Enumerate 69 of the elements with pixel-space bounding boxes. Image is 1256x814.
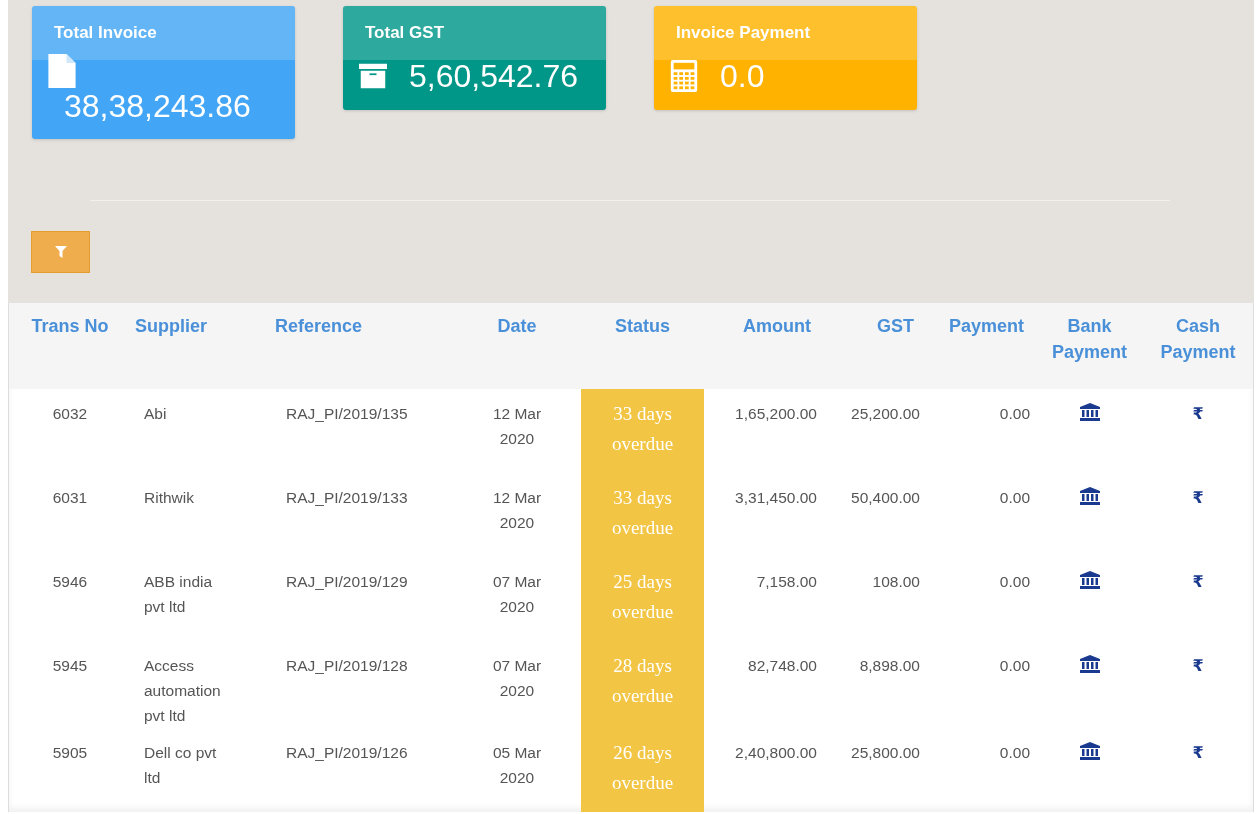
column-header[interactable]: Bank Payment xyxy=(1036,303,1143,389)
bank-icon[interactable] xyxy=(1079,571,1100,589)
table-cell-text: 6031 xyxy=(51,488,89,508)
column-header[interactable]: Payment xyxy=(926,303,1036,389)
table-cell-text: RAJ_PI/2019/129 xyxy=(285,572,409,592)
table-cell-text: 5905 xyxy=(51,743,89,763)
table-cell: RAJ_PI/2019/135 xyxy=(271,389,453,473)
table-cell-text: 108.00 xyxy=(871,572,921,592)
bank-icon[interactable] xyxy=(1079,742,1100,760)
card-value: 5,60,542.76 xyxy=(409,57,579,95)
column-header[interactable]: Date xyxy=(453,303,581,389)
bank-icon[interactable] xyxy=(1079,487,1100,505)
card-title: Invoice Payment xyxy=(676,23,811,43)
column-header[interactable]: Supplier xyxy=(131,303,271,389)
bank-icon[interactable] xyxy=(1079,403,1100,421)
rupee-icon[interactable]: ₹ xyxy=(1192,656,1204,675)
file-icon xyxy=(48,54,76,88)
table-cell-text: 50,400.00 xyxy=(850,488,921,508)
status-cell: 25 days overdue xyxy=(581,557,704,641)
table-cell-text: 0.00 xyxy=(998,656,1031,676)
filter-icon xyxy=(54,246,67,258)
table-cell: 82,748.00 xyxy=(704,641,823,728)
table-cell: 25,200.00 xyxy=(823,389,926,473)
table-cell: 7,158.00 xyxy=(704,557,823,641)
status-cell: 26 days overdue xyxy=(581,728,704,812)
table-cell-text: 0.00 xyxy=(998,743,1031,763)
table-cell-text: 5945 xyxy=(51,656,89,676)
table-cell-text: Rithwik xyxy=(143,488,195,508)
table-cell: Abi xyxy=(131,389,271,473)
table-cell: 2,40,800.00 xyxy=(704,728,823,812)
calculator-icon xyxy=(670,60,698,92)
table-cell: 05 Mar 2020 xyxy=(453,728,581,812)
card-value: 38,38,243.86 xyxy=(64,88,251,125)
column-header[interactable]: Status xyxy=(581,303,704,389)
status-cell: 33 days overdue xyxy=(581,473,704,557)
table-cell-text: 0.00 xyxy=(998,572,1031,592)
table-cell-text: Dell co pvt ltd xyxy=(143,743,218,788)
table-cell: 1,65,200.00 xyxy=(704,389,823,473)
rupee-icon[interactable]: ₹ xyxy=(1192,572,1204,591)
table-cell-text: RAJ_PI/2019/128 xyxy=(285,656,409,676)
table-cell-text: RAJ_PI/2019/126 xyxy=(285,743,409,763)
table-cell-text: ABB india pvt ltd xyxy=(143,572,214,617)
status-cell: 28 days overdue xyxy=(581,641,704,728)
table-cell-text: RAJ_PI/2019/133 xyxy=(285,488,409,508)
table-cell: 07 Mar 2020 xyxy=(453,557,581,641)
table-cell: 12 Mar 2020 xyxy=(453,473,581,557)
column-header[interactable]: GST xyxy=(823,303,926,389)
table-cell-text: Access automation pvt ltd xyxy=(143,656,222,726)
rupee-icon[interactable]: ₹ xyxy=(1192,404,1204,423)
rupee-icon[interactable]: ₹ xyxy=(1192,743,1204,762)
table-cell-text: 8,898.00 xyxy=(858,656,921,676)
table-cell: 07 Mar 2020 xyxy=(453,641,581,728)
status-cell: 33 days overdue xyxy=(581,389,704,473)
rupee-icon[interactable]: ₹ xyxy=(1192,488,1204,507)
card-value: 0.0 xyxy=(720,57,765,95)
table-cell: 12 Mar 2020 xyxy=(453,389,581,473)
table-cell: 3,31,450.00 xyxy=(704,473,823,557)
column-header[interactable]: Amount xyxy=(704,303,823,389)
column-header[interactable]: Trans No xyxy=(9,303,131,389)
table-cell-text: 25,800.00 xyxy=(850,743,921,763)
table-cell: 6032 xyxy=(9,389,131,473)
table-cell-text: 5946 xyxy=(51,572,89,592)
table-cell: 0.00 xyxy=(926,389,1036,473)
column-header[interactable]: Cash Payment xyxy=(1143,303,1253,389)
column-header[interactable]: Reference xyxy=(271,303,453,389)
table-cell-text: 0.00 xyxy=(998,488,1031,508)
bank-icon[interactable] xyxy=(1079,655,1100,673)
card-title: Total GST xyxy=(365,23,444,43)
card-title: Total Invoice xyxy=(54,23,157,43)
